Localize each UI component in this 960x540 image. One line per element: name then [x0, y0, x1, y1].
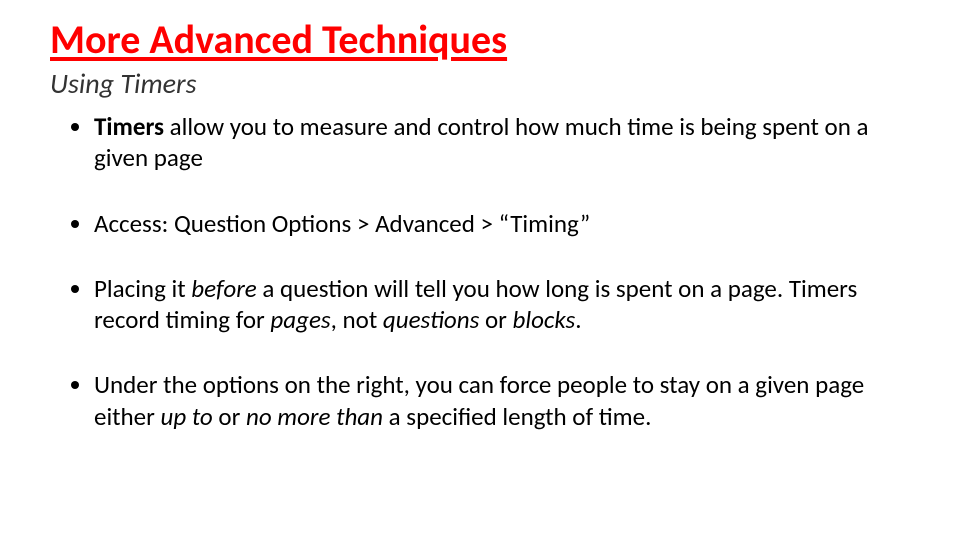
- bullet-italic: before: [191, 273, 256, 304]
- bullet-text: Access: Question Options > Advanced > “T…: [94, 208, 590, 239]
- slide: More Advanced Techniques Using Timers Ti…: [0, 0, 960, 432]
- bullet-item: Timers allow you to measure and control …: [94, 111, 910, 174]
- bullet-italic: blocks: [513, 304, 576, 335]
- bullet-italic: no more than: [246, 401, 383, 432]
- bullet-text: .: [575, 304, 581, 335]
- bullet-text: , not: [331, 304, 383, 335]
- bullet-text: a specified length of time.: [383, 401, 651, 432]
- bullet-item: Access: Question Options > Advanced > “T…: [94, 208, 910, 239]
- slide-subtitle: Using Timers: [50, 66, 910, 101]
- bullet-italic: up to: [161, 401, 213, 432]
- bullet-text: allow you to measure and control how muc…: [94, 111, 869, 173]
- bullet-item: Under the options on the right, you can …: [94, 369, 910, 432]
- bullet-lead-bold: Timers: [94, 111, 164, 142]
- bullet-italic: questions: [383, 304, 479, 335]
- bullet-list: Timers allow you to measure and control …: [50, 111, 910, 432]
- bullet-item: Placing it before a question will tell y…: [94, 273, 910, 336]
- bullet-italic: pages: [270, 304, 330, 335]
- bullet-text: or: [479, 304, 512, 335]
- bullet-text: Placing it: [94, 273, 191, 304]
- slide-title: More Advanced Techniques: [50, 18, 910, 62]
- bullet-text: or: [213, 401, 246, 432]
